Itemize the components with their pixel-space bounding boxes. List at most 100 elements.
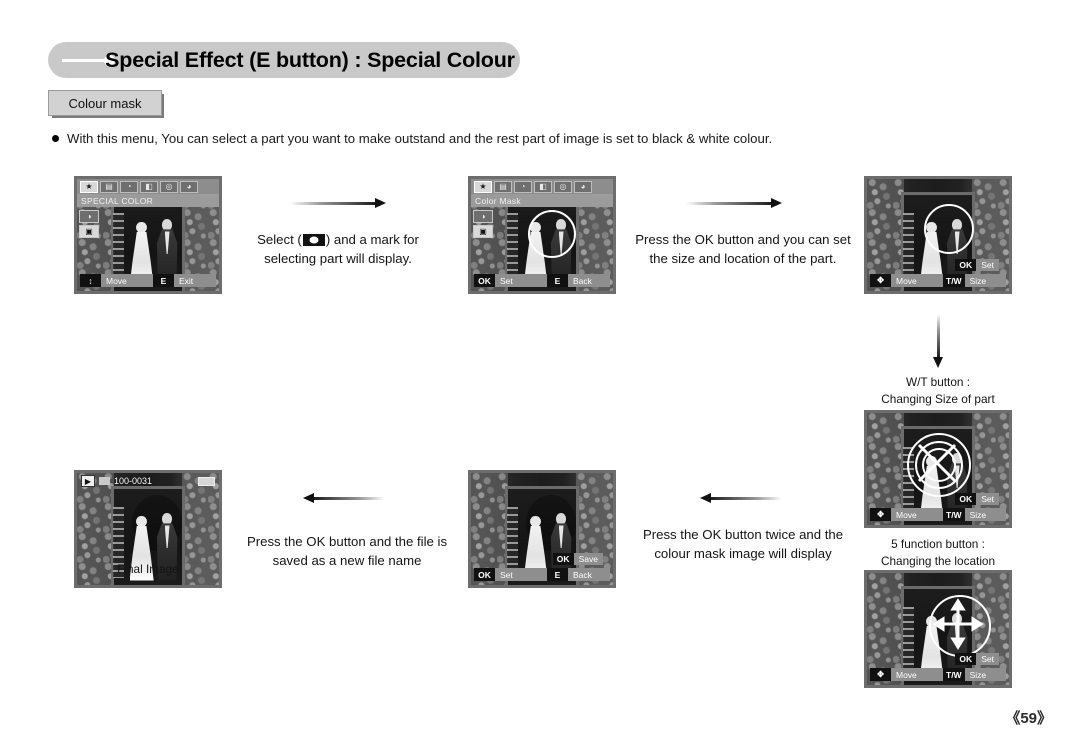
page-number: 《59》: [1005, 710, 1052, 727]
tab-image-edit[interactable]: ◧: [140, 180, 158, 193]
exit-key: E: [153, 274, 174, 287]
tab-special-effect[interactable]: ★: [474, 180, 492, 193]
tab-camera[interactable]: ◎: [160, 180, 178, 193]
screen6-bottom-bar: OK Set E Back: [474, 568, 610, 581]
resize-cross-icon: [917, 444, 956, 483]
colour-mask-icon: ▣: [85, 227, 93, 236]
caption-step1: Select ( ) and a mark for selecting part …: [238, 230, 438, 268]
move-label: Move: [891, 668, 943, 681]
caption-step1-line1b: ) and a mark for: [325, 232, 419, 247]
tab-palette[interactable]: ◕: [574, 180, 592, 193]
side-item-preset-focus[interactable]: ◑: [79, 210, 99, 223]
caption-step4-line2: saved as a new file name: [272, 553, 422, 568]
ok-key: OK: [474, 568, 495, 581]
tab-movie-icon: ▤: [105, 182, 113, 191]
special-color-menu-screen: ★ ▤ ◔ ◧ ◎ ◕ SPECIAL COLOR ◑ ▣ ↕ Move E E…: [74, 176, 222, 294]
caption-step3-line2: colour mask image will display: [654, 546, 832, 561]
side-item-colour-mask[interactable]: ▣: [79, 225, 99, 238]
menu-tab-bar[interactable]: ★ ▤ ◔ ◧ ◎ ◕: [471, 179, 613, 194]
screen4-bottom-bar: ✥ Move T/W Size: [870, 508, 1006, 521]
exit-label: Exit: [174, 274, 216, 287]
tab-timer-icon: ◔: [520, 182, 526, 191]
size-label: Size: [964, 668, 1006, 681]
menu-title-color-mask: Color Mask: [471, 194, 613, 207]
back-label: Back: [568, 274, 610, 287]
caption-step1-line1: Select (: [257, 232, 302, 247]
screen1-bottom-bar: ↕ Move E Exit: [80, 274, 216, 287]
arrow-right-step2: [686, 198, 782, 208]
intro-bullet-text: With this menu, You can select a part yo…: [67, 131, 773, 146]
size-label: Size: [964, 274, 1006, 287]
ok-key: OK: [955, 259, 977, 271]
selection-circle: [527, 210, 576, 259]
preset-focus-icon: ◑: [480, 212, 486, 221]
colour-mask-menu-screen: ★ ▤ ◔ ◧ ◎ ◕ Color Mask ◑ ▣ OK Set E Back: [468, 176, 616, 294]
playback-header: ▶ 100-0031: [77, 473, 219, 489]
tab-camera[interactable]: ◎: [554, 180, 572, 193]
caption-fn-line1: 5 function button :: [891, 537, 985, 551]
tab-movie[interactable]: ▤: [100, 180, 118, 193]
caption-step1-line2: selecting part will display.: [264, 251, 412, 266]
tab-special-effect-icon: ★: [85, 182, 93, 191]
caption-step3: Press the OK button twice and the colour…: [630, 525, 856, 563]
screen5-bottom-bar: ✥ Move T/W Size: [870, 668, 1006, 681]
menu-side-list[interactable]: ◑ ▣: [473, 210, 493, 240]
tab-movie[interactable]: ▤: [494, 180, 512, 193]
five-function-key: ✥: [870, 274, 891, 287]
intro-bullet-row: With this menu, You can select a part yo…: [52, 131, 772, 146]
page-title: Special Effect (E button) : Special Colo…: [105, 47, 515, 72]
tab-image-edit[interactable]: ◧: [534, 180, 552, 193]
tw-key: T/W: [943, 274, 965, 287]
tab-timer[interactable]: ◔: [120, 180, 138, 193]
e-key: E: [547, 568, 568, 581]
ok-key: OK: [474, 274, 495, 287]
tab-special-effect-icon: ★: [479, 182, 487, 191]
caption-wt-line1: W/T button :: [905, 375, 971, 389]
screen3-bottom-bar: ✥ Move T/W Size: [870, 274, 1006, 287]
caption-fn-line2: Changing the location: [880, 554, 996, 568]
tab-image-edit-icon: ◧: [539, 182, 547, 191]
tab-movie-icon: ▤: [499, 182, 507, 191]
menu-tab-bar[interactable]: ★ ▤ ◔ ◧ ◎ ◕: [77, 179, 219, 194]
save-screen: OK Save OK Set E Back: [468, 470, 616, 588]
set-size-location-screen: OK Set ✥ Move T/W Size: [864, 176, 1012, 294]
menu-side-list[interactable]: ◑ ▣: [79, 210, 99, 240]
size-label: Size: [964, 508, 1006, 521]
tab-camera-icon: ◎: [559, 182, 567, 191]
play-icon: ▶: [81, 475, 95, 487]
tw-key: T/W: [943, 508, 965, 521]
caption-step2-line1: Press the OK button and you can set: [635, 232, 851, 247]
changing-location-screen: OK Set ✥ Move T/W Size: [864, 570, 1012, 688]
side-item-preset-focus[interactable]: ◑: [473, 210, 493, 223]
subtab-colour-mask: Colour mask: [48, 90, 162, 116]
caption-five-function: 5 function button : Changing the locatio…: [858, 536, 1018, 570]
caption-wt-line2: Changing Size of part: [881, 392, 995, 406]
set-label: Set: [495, 274, 547, 287]
caption-final-image: Final Image: [74, 561, 222, 578]
save-label: Save: [573, 553, 603, 565]
set-label: Set: [495, 568, 547, 581]
caption-step2-line2: the size and location of the part.: [649, 251, 837, 266]
back-label: Back: [568, 568, 610, 581]
set-label: Set: [976, 259, 999, 271]
screen5-ok-overlay: OK Set: [955, 653, 999, 665]
tab-palette[interactable]: ◕: [180, 180, 198, 193]
five-function-key: ✥: [870, 508, 891, 521]
screen3-ok-overlay: OK Set: [955, 259, 999, 271]
tab-palette-icon: ◕: [580, 182, 586, 191]
caption-step3-line1: Press the OK button twice and the: [642, 527, 844, 542]
file-number: 100-0031: [114, 476, 153, 486]
bullet-dot-icon: [52, 135, 59, 142]
tab-image-edit-icon: ◧: [145, 182, 153, 191]
e-key: E: [547, 274, 568, 287]
colour-mask-icon: ▣: [479, 227, 487, 236]
tw-key: T/W: [943, 668, 965, 681]
tab-timer[interactable]: ◔: [514, 180, 532, 193]
caption-step4-line1: Press the OK button and the file is: [246, 534, 448, 549]
move-arrows-icon: [932, 598, 985, 651]
tab-special-effect[interactable]: ★: [80, 180, 98, 193]
ok-key: OK: [552, 553, 574, 565]
screen2-bottom-bar: OK Set E Back: [474, 274, 610, 287]
caption-step4: Press the OK button and the file is save…: [234, 532, 460, 570]
side-item-colour-mask[interactable]: ▣: [473, 225, 493, 238]
